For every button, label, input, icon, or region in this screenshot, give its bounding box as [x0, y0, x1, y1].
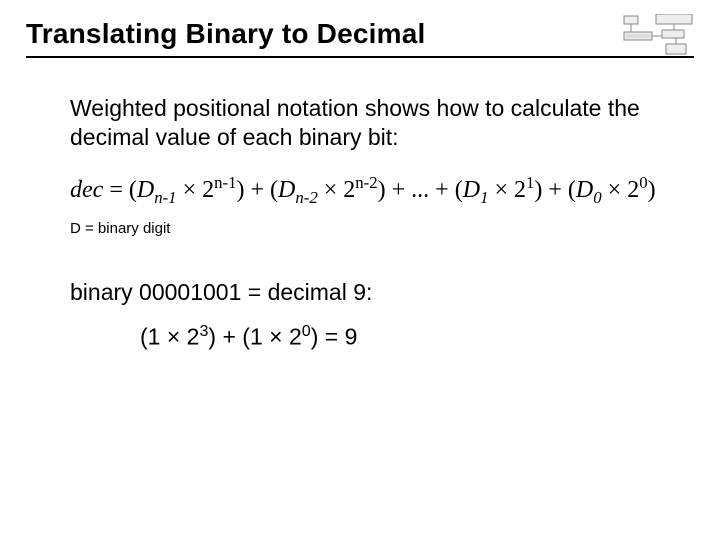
- slide: Translating Binary to Decimal Weighted p…: [0, 0, 720, 540]
- digit-note: D = binary digit: [70, 220, 676, 237]
- slide-body: Weighted positional notation shows how t…: [26, 58, 694, 351]
- intro-text: Weighted positional notation shows how t…: [70, 94, 676, 152]
- title-row: Translating Binary to Decimal: [26, 18, 694, 50]
- example-line-1: binary 00001001 = decimal 9:: [70, 279, 676, 306]
- architecture-diagram-icon: [622, 14, 698, 56]
- example-line-2: (1 × 23) + (1 × 20) = 9: [70, 322, 676, 351]
- slide-title: Translating Binary to Decimal: [26, 18, 425, 50]
- formula-text: dec = (Dn-1 × 2n-1) + (Dn-2 × 2n-2) + ..…: [70, 172, 676, 209]
